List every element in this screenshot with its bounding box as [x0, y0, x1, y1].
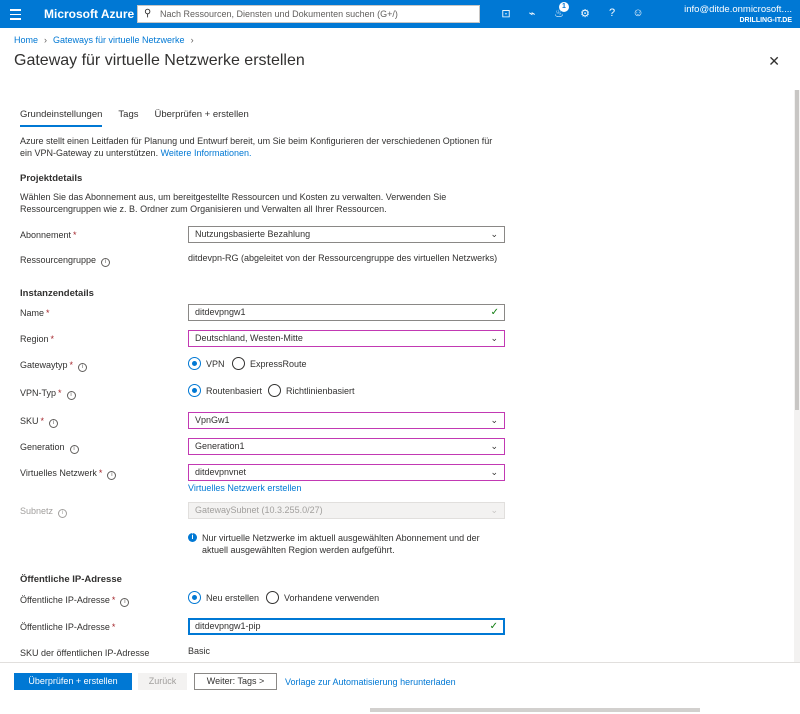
- vpn-type-label: VPN-Typ * i: [20, 388, 76, 400]
- subnet-note-text: Nur virtuelle Netzwerke im aktuell ausge…: [202, 533, 480, 555]
- hamburger-menu-icon[interactable]: [8, 6, 24, 22]
- subnet-value: GatewaySubnet (10.3.255.0/27): [195, 505, 323, 515]
- tab-basics[interactable]: Grundeinstellungen: [20, 109, 103, 127]
- region-select[interactable]: Deutschland, Westen-Mitte ⌄: [188, 330, 505, 347]
- global-search-input[interactable]: ⚲ Nach Ressourcen, Diensten und Dokument…: [137, 5, 480, 23]
- horizontal-scrollbar[interactable]: [370, 708, 700, 712]
- tab-review-create[interactable]: Überprüfen + erstellen: [154, 109, 248, 127]
- region-label: Region *: [20, 334, 55, 344]
- name-input[interactable]: ditdevpngw1 ✓: [188, 304, 505, 321]
- vnet-value: ditdevpnvnet: [195, 467, 247, 477]
- brand-title[interactable]: Microsoft Azure: [44, 7, 134, 21]
- region-value: Deutschland, Westen-Mitte: [195, 333, 303, 343]
- checkmark-icon: ✓: [490, 307, 499, 318]
- learn-more-link[interactable]: Weitere Informationen.: [161, 148, 252, 158]
- breadcrumb-parent[interactable]: Gateways für virtuelle Netzwerke: [53, 35, 185, 45]
- scrollbar-thumb[interactable]: [795, 90, 799, 410]
- subscription-select[interactable]: Nutzungsbasierte Bezahlung ⌄: [188, 226, 505, 243]
- public-ip-name-label: Öffentliche IP-Adresse *: [20, 622, 116, 632]
- chevron-down-icon: ⌄: [490, 333, 498, 343]
- terminal-icon[interactable]: ⊡: [498, 7, 514, 21]
- chevron-down-icon: ⌄: [490, 467, 498, 477]
- generation-value: Generation1: [195, 441, 245, 451]
- search-icon: ⚲: [144, 8, 152, 19]
- vnet-label: Virtuelles Netzwerk * i: [20, 468, 117, 480]
- info-icon: i: [107, 471, 117, 480]
- gateway-type-label: Gatewaytyp * i: [20, 360, 88, 372]
- footer-bar: Überprüfen + erstellen Zurück Weiter: Ta…: [0, 662, 800, 714]
- next-tags-button[interactable]: Weiter: Tags >: [194, 673, 277, 690]
- subnet-select: GatewaySubnet (10.3.255.0/27) ⌄: [188, 502, 505, 519]
- feedback-filter-icon[interactable]: ⌁: [524, 7, 540, 21]
- account-email: info@ditde.onmicrosoft....: [684, 4, 792, 15]
- chevron-right-icon: ›: [190, 35, 194, 45]
- public-ip-name-input[interactable]: ditdevpngw1-pip ✓: [188, 618, 505, 635]
- create-vnet-link[interactable]: Virtuelles Netzwerk erstellen: [188, 483, 301, 493]
- sku-label: SKU * i: [20, 416, 59, 428]
- smiley-icon[interactable]: ☺: [630, 7, 646, 21]
- info-icon: i: [120, 598, 130, 607]
- bell-icon[interactable]: ♨ 1: [551, 2, 569, 21]
- notification-badge: 1: [559, 2, 569, 12]
- checkmark-icon: ✓: [489, 621, 498, 632]
- breadcrumb: Home › Gateways für virtuelle Netzwerke ›: [14, 35, 200, 45]
- vpn-type-route-based-radio[interactable]: Routenbasiert: [188, 384, 262, 397]
- public-ip-existing-radio[interactable]: Vorhandene verwenden: [266, 591, 379, 604]
- gateway-type-vpn-radio[interactable]: VPN: [188, 357, 225, 370]
- public-ip-sku-label: SKU der öffentlichen IP-Adresse: [20, 648, 150, 658]
- chevron-down-icon: ⌄: [490, 229, 498, 239]
- subscription-value: Nutzungsbasierte Bezahlung: [195, 229, 311, 239]
- chevron-down-icon: ⌄: [490, 505, 498, 515]
- sku-value: VpnGw1: [195, 415, 230, 425]
- top-bar: Microsoft Azure ⚲ Nach Ressourcen, Diens…: [0, 0, 800, 28]
- section-public-ip: Öffentliche IP-Adresse: [20, 574, 122, 585]
- public-ip-new-radio[interactable]: Neu erstellen: [188, 591, 259, 604]
- public-ip-mode-label: Öffentliche IP-Adresse * i: [20, 595, 130, 607]
- generation-select[interactable]: Generation1 ⌄: [188, 438, 505, 455]
- info-icon: i: [101, 258, 111, 267]
- account-menu[interactable]: info@ditde.onmicrosoft.... DRILLING-IT.D…: [684, 4, 792, 24]
- breadcrumb-home[interactable]: Home: [14, 35, 38, 45]
- account-tenant: DRILLING-IT.DE: [739, 17, 793, 24]
- vpn-type-policy-based-radio[interactable]: Richtlinienbasiert: [268, 384, 355, 397]
- name-label: Name *: [20, 308, 50, 318]
- info-filled-icon: i: [188, 533, 197, 542]
- resource-group-label: Ressourcengruppe i: [20, 255, 111, 267]
- search-placeholder: Nach Ressourcen, Diensten und Dokumenten…: [160, 9, 398, 19]
- download-template-link[interactable]: Vorlage zur Automatisierung herunterlade…: [285, 677, 456, 687]
- chevron-down-icon: ⌄: [490, 415, 498, 425]
- resource-group-value: ditdevpn-RG (abgeleitet von der Ressourc…: [188, 253, 498, 263]
- info-icon: i: [66, 391, 76, 400]
- project-description: Wählen Sie das Abonnement aus, um bereit…: [20, 192, 447, 214]
- vertical-scrollbar[interactable]: [794, 90, 800, 662]
- info-icon: i: [69, 445, 79, 454]
- intro-text: Azure stellt einen Leitfaden für Planung…: [20, 135, 500, 159]
- section-project-details: Projektdetails: [20, 173, 83, 184]
- info-icon: i: [78, 363, 88, 372]
- tab-bar: Grundeinstellungen Tags Überprüfen + ers…: [20, 109, 265, 127]
- vnet-select[interactable]: ditdevpnvnet ⌄: [188, 464, 505, 481]
- chevron-down-icon: ⌄: [490, 441, 498, 451]
- info-icon: i: [58, 509, 68, 518]
- gear-icon[interactable]: ⚙: [577, 7, 593, 21]
- review-create-button[interactable]: Überprüfen + erstellen: [14, 673, 132, 690]
- tab-tags[interactable]: Tags: [118, 109, 138, 127]
- back-button: Zurück: [138, 673, 187, 690]
- page-title: Gateway für virtuelle Netzwerke erstelle…: [14, 52, 305, 69]
- info-icon: i: [49, 419, 59, 428]
- generation-label: Generation i: [20, 442, 79, 454]
- name-value: ditdevpngw1: [195, 307, 246, 317]
- subnet-info-note: i Nur virtuelle Netzwerke im aktuell aus…: [188, 532, 508, 556]
- help-icon[interactable]: ?: [604, 7, 620, 21]
- sku-select[interactable]: VpnGw1 ⌄: [188, 412, 505, 429]
- subnet-label: Subnetz i: [20, 506, 68, 518]
- public-ip-sku-value: Basic: [188, 646, 211, 656]
- gateway-type-expressroute-radio[interactable]: ExpressRoute: [232, 357, 307, 370]
- close-icon[interactable]: ✕: [768, 53, 780, 70]
- intro-body: Azure stellt einen Leitfaden für Planung…: [20, 136, 493, 158]
- section-instance-details: Instanzendetails: [20, 288, 94, 299]
- chevron-right-icon: ›: [44, 35, 48, 45]
- public-ip-name-value: ditdevpngw1-pip: [195, 621, 261, 631]
- subscription-label: Abonnement *: [20, 230, 77, 240]
